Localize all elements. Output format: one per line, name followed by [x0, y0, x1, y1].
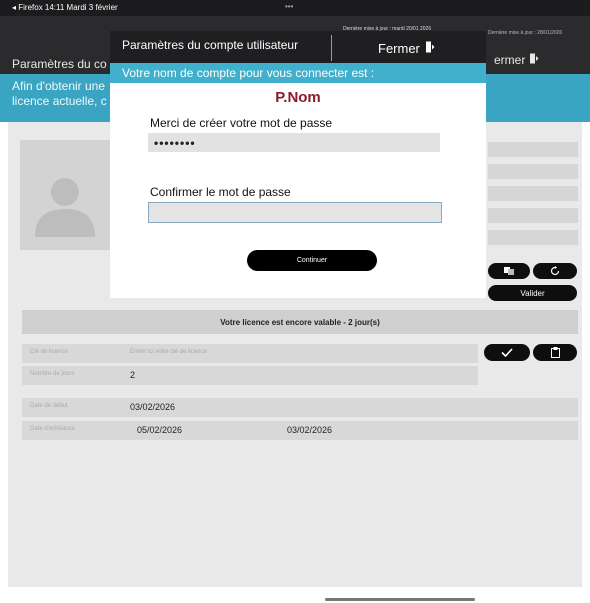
- end-date-row: Date d'échéance 05/02/2026 03/02/2026: [22, 421, 578, 440]
- notice-line: Afin d'obtenir une: [12, 79, 106, 93]
- days-label: Nombre de jours: [30, 371, 75, 377]
- close-button[interactable]: ermer: [494, 53, 539, 67]
- profile-photo[interactable]: [20, 140, 112, 250]
- home-indicator[interactable]: [325, 598, 475, 601]
- header-divider: [331, 35, 332, 61]
- end-date-label: Date d'échéance: [30, 426, 75, 432]
- licence-key-row: Clé de licence Entrer ici votre clé de l…: [22, 344, 478, 363]
- refresh-icon: [550, 266, 560, 276]
- end-date-value-alt: 03/02/2026: [287, 425, 333, 435]
- clipboard-icon: [550, 347, 560, 358]
- licence-key-label: Clé de licence: [30, 349, 68, 355]
- modal-close-label: Fermer: [378, 41, 420, 56]
- notice-text: Afin d'obtenir une licence actuelle, c: [12, 79, 112, 109]
- account-username: P.Nom: [275, 89, 321, 106]
- start-date-label: Date de début: [30, 403, 68, 409]
- clipboard-button[interactable]: [533, 344, 577, 361]
- profile-field[interactable]: [488, 230, 578, 245]
- multitask-dots[interactable]: •••: [285, 2, 293, 11]
- modal-close-button[interactable]: Fermer: [378, 41, 435, 56]
- exit-door-icon: [529, 53, 539, 67]
- status-bar: ◂ Firefox 14:11 Mardi 3 février •••: [0, 0, 590, 16]
- exit-door-icon: [425, 41, 435, 56]
- import-button[interactable]: [488, 263, 530, 279]
- close-label: ermer: [494, 53, 526, 67]
- days-row: Nombre de jours 2: [22, 366, 478, 385]
- confirm-password-input[interactable]: [148, 202, 442, 223]
- refresh-button[interactable]: [533, 263, 577, 279]
- profile-field[interactable]: [488, 186, 578, 201]
- password-input[interactable]: [148, 133, 440, 152]
- end-date-value: 05/02/2026: [137, 425, 183, 435]
- licence-status-bar: Votre licence est encore valable - 2 jou…: [22, 310, 578, 334]
- profile-field[interactable]: [488, 208, 578, 223]
- confirm-password-label: Confirmer le mot de passe: [150, 185, 291, 199]
- profile-field[interactable]: [488, 142, 578, 157]
- status-bar-text: ◂ Firefox 14:11 Mardi 3 février: [12, 3, 118, 12]
- licence-key-input[interactable]: Entrer ici votre clé de licence: [130, 349, 207, 355]
- days-value: 2: [130, 370, 136, 380]
- start-date-row: Date de début 03/02/2026: [22, 398, 578, 417]
- password-label: Merci de créer votre mot de passe: [150, 116, 333, 130]
- user-silhouette-icon: [35, 178, 95, 237]
- account-intro-text: Votre nom de compte pour vous connecter …: [122, 66, 375, 80]
- checkmark-icon: [501, 348, 513, 357]
- notice-line: licence actuelle, c: [12, 94, 107, 108]
- last-update-text: Dernière mise à jour : 28/01/2026: [488, 30, 563, 36]
- continue-button[interactable]: Continuer: [247, 250, 377, 271]
- profile-field[interactable]: [488, 164, 578, 179]
- modal-last-update: Dernière mise à jour : mardi 20/01 2026: [343, 26, 432, 32]
- confirm-licence-button[interactable]: [484, 344, 530, 361]
- page-title: Paramètres du co: [12, 57, 107, 71]
- validate-button[interactable]: Valider: [488, 285, 577, 301]
- copy-icon: [504, 267, 514, 275]
- modal-title: Paramètres du compte utilisateur: [122, 38, 299, 52]
- start-date-value: 03/02/2026: [130, 402, 176, 412]
